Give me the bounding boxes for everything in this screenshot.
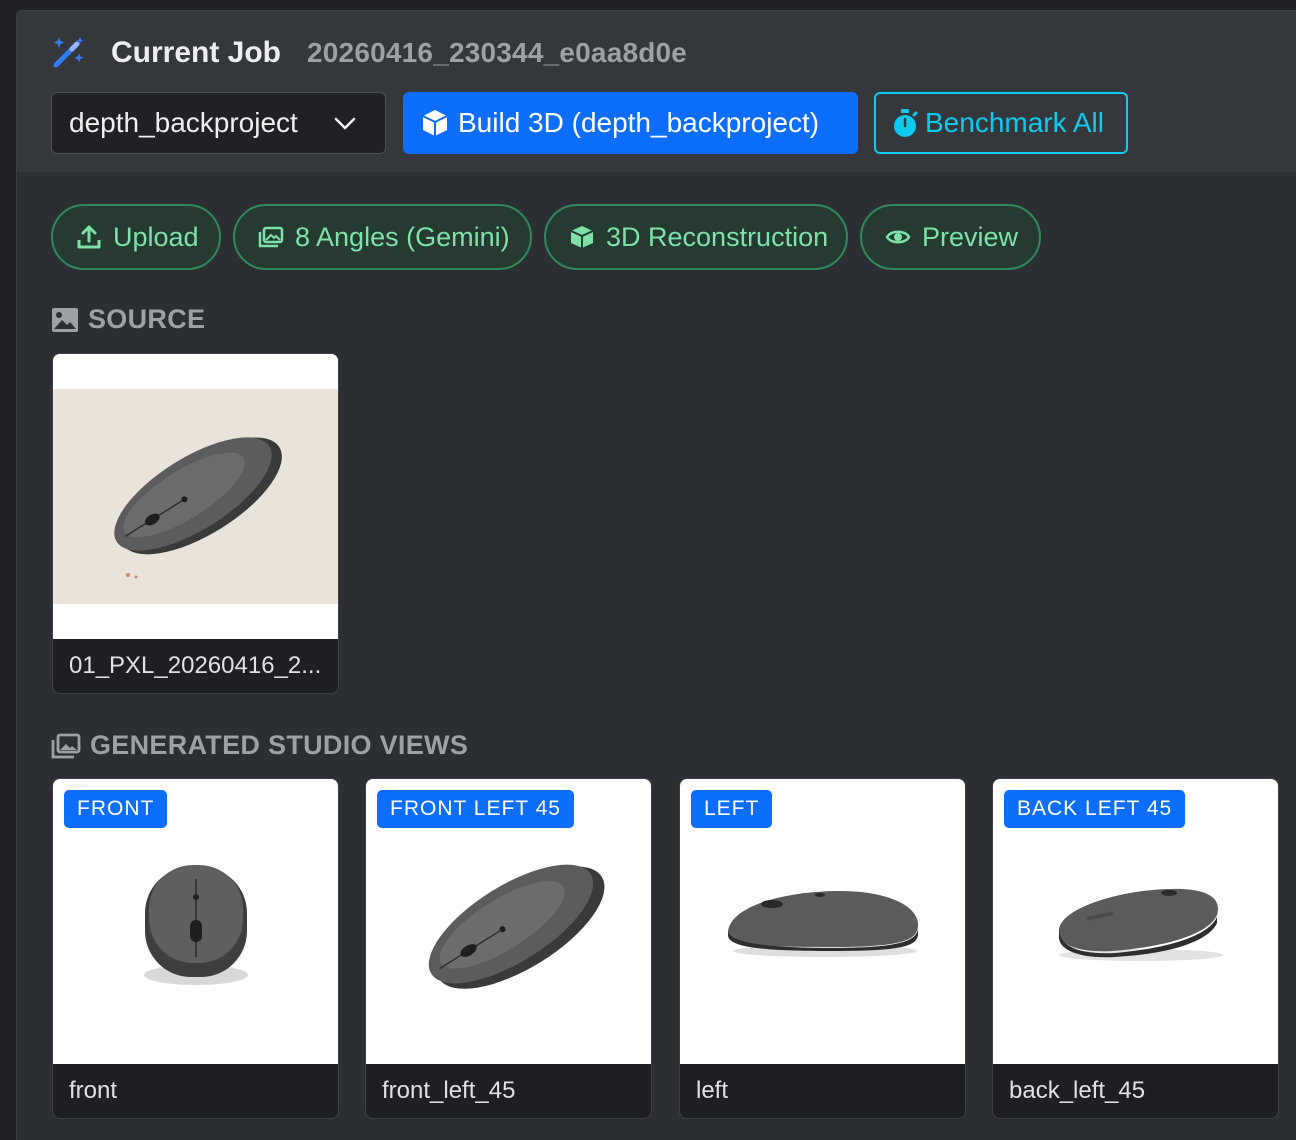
benchmark-all-button-label: Benchmark All [925,107,1104,138]
view-caption-back-left-45: back_left_45 [1009,1076,1146,1104]
view-badge-front-left-45: FRONT LEFT 45 [377,790,574,828]
view-card-front[interactable]: FRONT front [52,778,339,1119]
step-reconstruction[interactable]: 3D Reconstruction [544,204,848,270]
images-icon [51,733,81,758]
magic-wand-icon [53,37,84,68]
view-caption-front: front [69,1076,118,1104]
source-heading: SOURCE [51,304,205,335]
step-angles[interactable]: 8 Angles (Gemini) [233,204,532,270]
view-badge-left: LEFT [691,790,773,828]
title-row: Current Job 20260416_230344_e0aa8d0e [50,35,687,71]
view-badge-front: FRONT [64,790,168,828]
method-select-value: depth_backproject [69,107,298,138]
build-3d-button[interactable]: Build 3D (depth_backproject) [403,92,858,154]
benchmark-all-button[interactable]: Benchmark All [874,92,1128,154]
image-icon [52,307,78,332]
view-caption-left: left [696,1076,729,1104]
step-reconstruction-label: 3D Reconstruction [606,221,829,252]
view-card-back-left-45[interactable]: BACK LEFT 45 back_left_45 [992,778,1279,1119]
job-id: 20260416_230344_e0aa8d0e [307,37,688,68]
upload-icon [77,225,101,249]
generated-heading: GENERATED STUDIO VIEWS [51,730,468,761]
chevron-down-icon [334,117,356,130]
source-image-card[interactable]: 01_PXL_20260416_2... [52,353,339,694]
step-angles-label: 8 Angles (Gemini) [295,221,510,252]
job-header: Current Job 20260416_230344_e0aa8d0e dep… [17,11,1296,172]
view-card-left[interactable]: LEFT left [679,778,966,1119]
step-upload-label: Upload [113,221,199,252]
step-upload[interactable]: Upload [51,204,221,270]
view-card-front-left-45[interactable]: FRONT LEFT 45 front_left_45 [365,778,652,1119]
generated-heading-label: GENERATED STUDIO VIEWS [90,730,469,760]
view-caption-front-left-45: front_left_45 [382,1076,516,1104]
page-title: Current Job [111,36,282,69]
cube-icon [422,110,448,136]
source-heading-label: SOURCE [88,304,206,334]
eye-icon [885,230,911,244]
view-badge-back-left-45: BACK LEFT 45 [1004,790,1186,828]
source-image [53,354,338,639]
mouse-photo [53,354,338,639]
step-preview[interactable]: Preview [860,204,1041,270]
current-job-panel: Current Job 20260416_230344_e0aa8d0e dep… [16,10,1296,1140]
build-3d-button-label: Build 3D (depth_backproject) [458,107,820,138]
source-caption: 01_PXL_20260416_2... [69,651,322,679]
method-select[interactable]: depth_backproject [51,92,386,154]
box-icon [570,226,594,248]
step-preview-label: Preview [922,221,1019,252]
stopwatch-icon [894,109,918,137]
images-icon [258,226,284,248]
